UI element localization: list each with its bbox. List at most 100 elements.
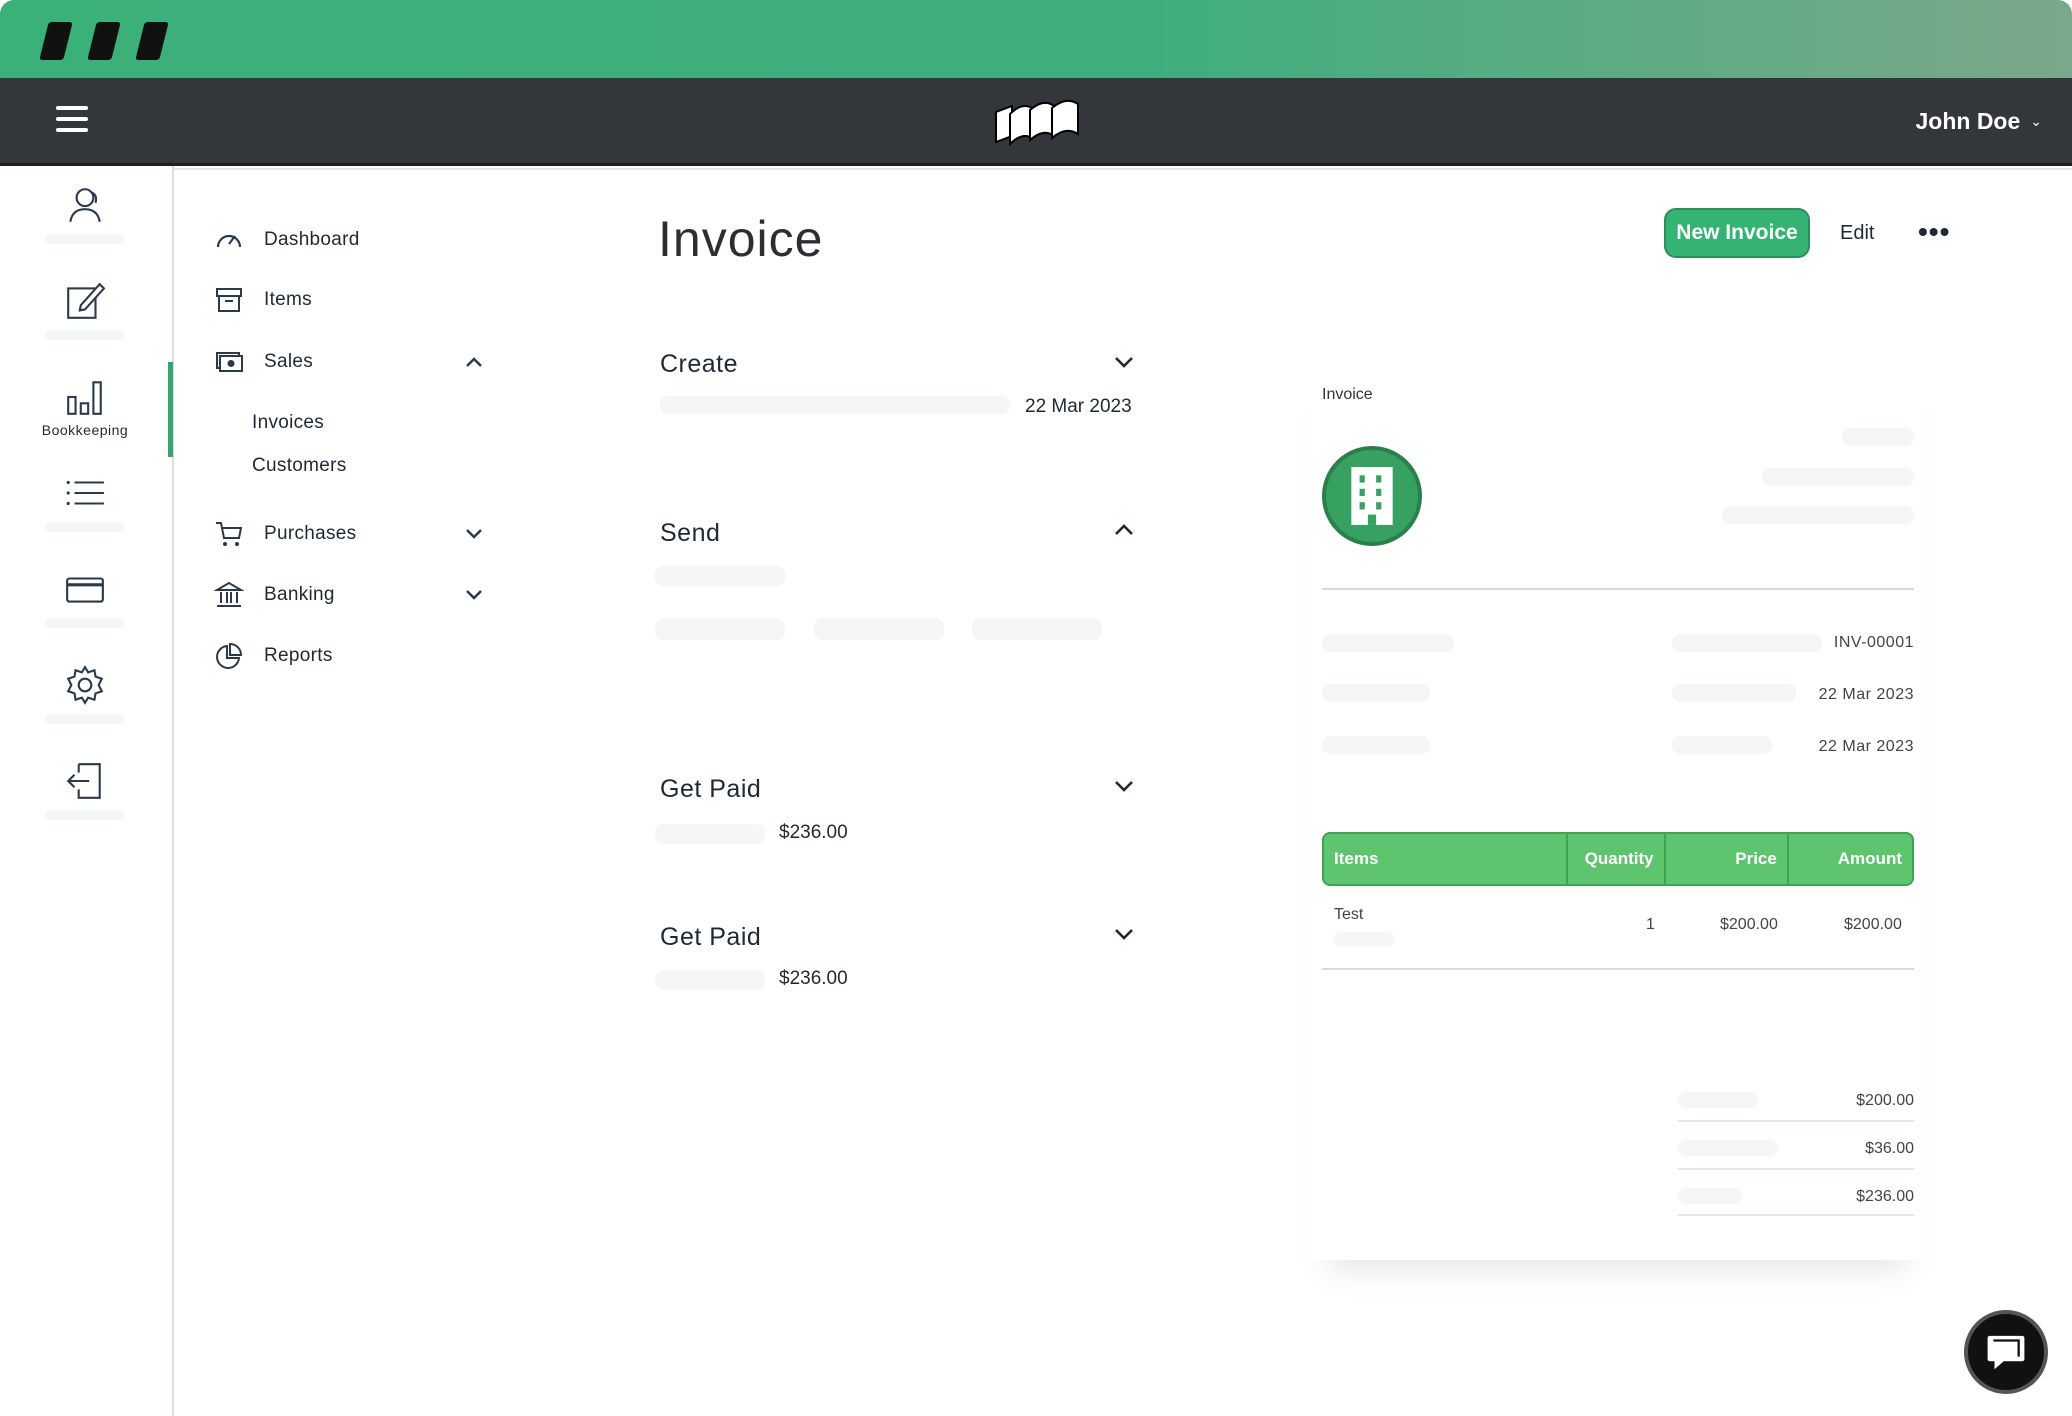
- rail-label-bookkeeping: Bookkeeping: [41, 422, 129, 438]
- total-amount: $236.00: [1856, 1188, 1914, 1205]
- window-control-button[interactable]: [39, 22, 73, 60]
- placeholder-bar: [655, 566, 785, 586]
- due-date: 22 Mar 2023: [1818, 738, 1914, 755]
- divider: [1678, 1214, 1914, 1216]
- list-icon: [66, 480, 104, 506]
- nav-label-purchases: Purchases: [264, 523, 357, 544]
- section-send-title[interactable]: Send: [660, 519, 720, 548]
- create-date: 22 Mar 2023: [1025, 396, 1132, 417]
- credit-card-icon: [66, 577, 104, 603]
- placeholder-bar: [1672, 736, 1772, 754]
- rail-item-bookkeeping[interactable]: Bookkeeping: [0, 376, 170, 466]
- table-row: Test 1 $200.00 $200.00: [1322, 900, 1914, 960]
- rail-item-settings[interactable]: [0, 664, 170, 754]
- column-header-amount: Amount: [1837, 849, 1902, 868]
- hamburger-menu-icon[interactable]: [56, 106, 88, 132]
- nav-label-sales: Sales: [264, 351, 314, 372]
- bar-chart-icon: [67, 381, 102, 415]
- placeholder-bar: [1322, 736, 1430, 754]
- top-bar: John Doe ⌄: [0, 78, 2072, 166]
- rail-item-edit[interactable]: [0, 280, 170, 370]
- section-get-paid-title[interactable]: Get Paid: [660, 775, 761, 804]
- item-quantity: 1: [1646, 916, 1655, 933]
- nav-item-banking[interactable]: Banking: [214, 575, 484, 615]
- nav-item-items[interactable]: Items: [214, 280, 484, 320]
- edit-button[interactable]: Edit: [1840, 222, 1874, 245]
- column-header-price: Price: [1666, 834, 1789, 884]
- user-menu[interactable]: John Doe ⌄: [1915, 108, 2042, 135]
- nav-item-sales[interactable]: Sales: [214, 342, 484, 382]
- rail-active-indicator: [168, 362, 173, 457]
- placeholder-bar: [1678, 1140, 1778, 1156]
- new-invoice-button[interactable]: New Invoice: [1664, 208, 1810, 258]
- nav-subitem-customers[interactable]: Customers: [252, 455, 347, 477]
- item-price: $200.00: [1720, 916, 1778, 933]
- logout-icon: [66, 763, 101, 799]
- archive-box-icon: [216, 288, 242, 312]
- cart-icon: [216, 522, 243, 546]
- divider: [1678, 1168, 1914, 1170]
- more-options-icon[interactable]: •••: [1918, 218, 1950, 246]
- invoice-preview: Invoice INV-00001 22 Mar 2023 22 Mar 202…: [1308, 360, 1926, 1260]
- nav-item-reports[interactable]: Reports: [214, 636, 484, 676]
- nav-label-reports: Reports: [264, 645, 333, 666]
- chevron-down-icon[interactable]: [464, 585, 484, 605]
- placeholder-bar: [1762, 468, 1914, 486]
- divider: [1322, 968, 1914, 970]
- placeholder-button: [814, 618, 944, 640]
- subtotal-amount: $200.00: [1856, 1092, 1914, 1109]
- pie-chart-icon: [216, 642, 243, 669]
- invoice-date: 22 Mar 2023: [1818, 686, 1914, 703]
- placeholder-button: [655, 618, 785, 640]
- money-icon: [216, 352, 243, 372]
- rail-item-card[interactable]: [0, 568, 170, 658]
- invoice-number: INV-00001: [1833, 634, 1914, 651]
- placeholder-bar: [1322, 634, 1454, 652]
- item-name: Test: [1334, 906, 1364, 923]
- nav-label-dashboard: Dashboard: [264, 229, 360, 250]
- placeholder-bar: [1678, 1092, 1758, 1108]
- section-get-paid-title[interactable]: Get Paid: [660, 923, 761, 952]
- item-amount: $200.00: [1844, 916, 1902, 933]
- page-title: Invoice: [658, 211, 824, 267]
- column-header-quantity: Quantity: [1568, 834, 1666, 884]
- divider: [1678, 1120, 1914, 1122]
- tax-amount: $36.00: [1865, 1140, 1914, 1157]
- nav-item-purchases[interactable]: Purchases: [214, 514, 484, 554]
- chevron-down-icon[interactable]: [1112, 922, 1136, 946]
- section-create-title[interactable]: Create: [660, 350, 738, 379]
- items-table-header: Items Quantity Price Amount: [1322, 832, 1914, 886]
- placeholder-bar: [1322, 684, 1430, 702]
- placeholder-bar: [655, 824, 765, 844]
- building-icon: [1351, 467, 1393, 525]
- chat-button[interactable]: [1964, 1310, 2048, 1394]
- column-header-items: Items: [1324, 834, 1569, 884]
- placeholder-bar: [1842, 428, 1914, 446]
- divider: [1322, 588, 1914, 590]
- gear-icon: [66, 665, 104, 705]
- edit-icon: [67, 282, 106, 319]
- placeholder-bar: [1672, 634, 1822, 652]
- window-control-button[interactable]: [135, 22, 169, 60]
- placeholder-bar: [1334, 932, 1394, 946]
- chevron-down-icon[interactable]: [1112, 350, 1136, 374]
- company-logo: [1322, 446, 1422, 546]
- window-control-button[interactable]: [87, 22, 121, 60]
- chevron-down-icon[interactable]: [464, 524, 484, 544]
- rail-item-contacts[interactable]: [0, 184, 170, 274]
- app-logo: [995, 99, 1079, 147]
- rail-item-list[interactable]: [0, 472, 170, 562]
- placeholder-bar: [1722, 506, 1914, 524]
- nav-subitem-invoices[interactable]: Invoices: [252, 412, 324, 434]
- chevron-up-icon[interactable]: [1112, 518, 1136, 542]
- bank-icon: [214, 581, 244, 607]
- chevron-up-icon[interactable]: [464, 352, 484, 372]
- chevron-down-icon[interactable]: [1112, 774, 1136, 798]
- browser-chrome: [0, 0, 2072, 78]
- contacts-icon: [69, 188, 101, 223]
- nav-item-dashboard[interactable]: Dashboard: [214, 220, 484, 260]
- chat-bubble-icon: [1987, 1335, 2025, 1370]
- placeholder-bar: [660, 396, 1010, 414]
- rail-item-logout[interactable]: [0, 760, 170, 850]
- placeholder-bar: [1678, 1188, 1742, 1204]
